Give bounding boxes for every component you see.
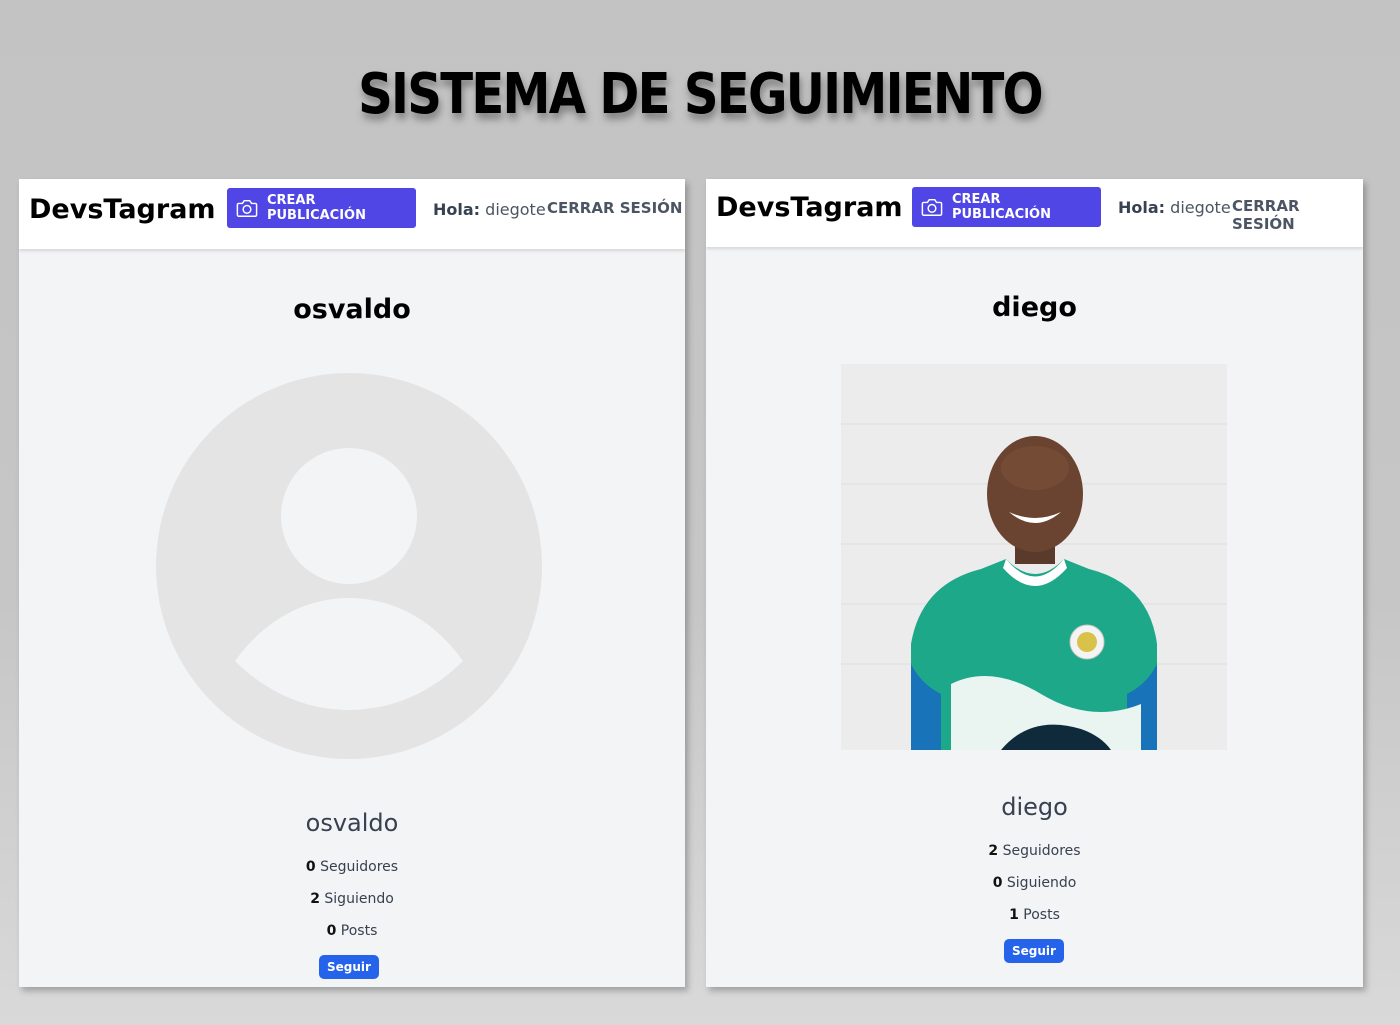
brand-logo[interactable]: DevsTagram bbox=[29, 194, 216, 225]
profile-panel-diego: DevsTagram CREAR PUBLICACIÓN Hola: diego… bbox=[706, 179, 1363, 987]
greeting-label: Hola: bbox=[1118, 198, 1166, 217]
greeting: Hola: diegote bbox=[433, 200, 546, 219]
brand-logo[interactable]: DevsTagram bbox=[716, 192, 903, 223]
create-post-button[interactable]: CREAR PUBLICACIÓN bbox=[912, 187, 1101, 227]
logout-link[interactable]: CERRAR SESIÓN bbox=[1232, 197, 1363, 233]
profile-title: osvaldo bbox=[293, 294, 411, 325]
greeting: Hola: diegote bbox=[1118, 198, 1231, 217]
logout-link[interactable]: CERRAR SESIÓN bbox=[547, 199, 682, 217]
posts-count: 0 Posts bbox=[326, 923, 378, 939]
navbar: DevsTagram CREAR PUBLICACIÓN Hola: diego… bbox=[706, 179, 1363, 247]
following-count: 2 Siguiendo bbox=[310, 891, 394, 907]
camera-icon bbox=[921, 198, 943, 216]
profile-username: diego bbox=[1001, 793, 1068, 821]
follow-button[interactable]: Seguir bbox=[319, 955, 379, 979]
navbar: DevsTagram CREAR PUBLICACIÓN Hola: diego… bbox=[19, 179, 685, 249]
create-post-label: CREAR PUBLICACIÓN bbox=[951, 192, 1051, 222]
profile-title: diego bbox=[992, 292, 1077, 323]
profile-username: osvaldo bbox=[305, 809, 399, 837]
greeting-user[interactable]: diegote bbox=[1170, 198, 1231, 217]
posts-count: 1 Posts bbox=[1009, 907, 1060, 923]
follow-button[interactable]: Seguir bbox=[1004, 939, 1064, 963]
create-post-button[interactable]: CREAR PUBLICACIÓN bbox=[227, 188, 416, 228]
camera-icon bbox=[236, 199, 258, 217]
default-user-icon bbox=[156, 373, 542, 759]
page-headline: SISTEMA DE SEGUIMIENTO bbox=[358, 62, 1044, 127]
followers-count: 0 Seguidores bbox=[305, 859, 399, 875]
greeting-label: Hola: bbox=[433, 200, 481, 219]
greeting-user[interactable]: diegote bbox=[485, 200, 546, 219]
followers-count: 2 Seguidores bbox=[988, 843, 1081, 859]
profile-photo bbox=[841, 364, 1227, 750]
following-count: 0 Siguiendo bbox=[992, 875, 1077, 891]
profile-panel-osvaldo: DevsTagram CREAR PUBLICACIÓN Hola: diego… bbox=[19, 179, 685, 987]
create-post-label: CREAR PUBLICACIÓN bbox=[266, 193, 366, 223]
